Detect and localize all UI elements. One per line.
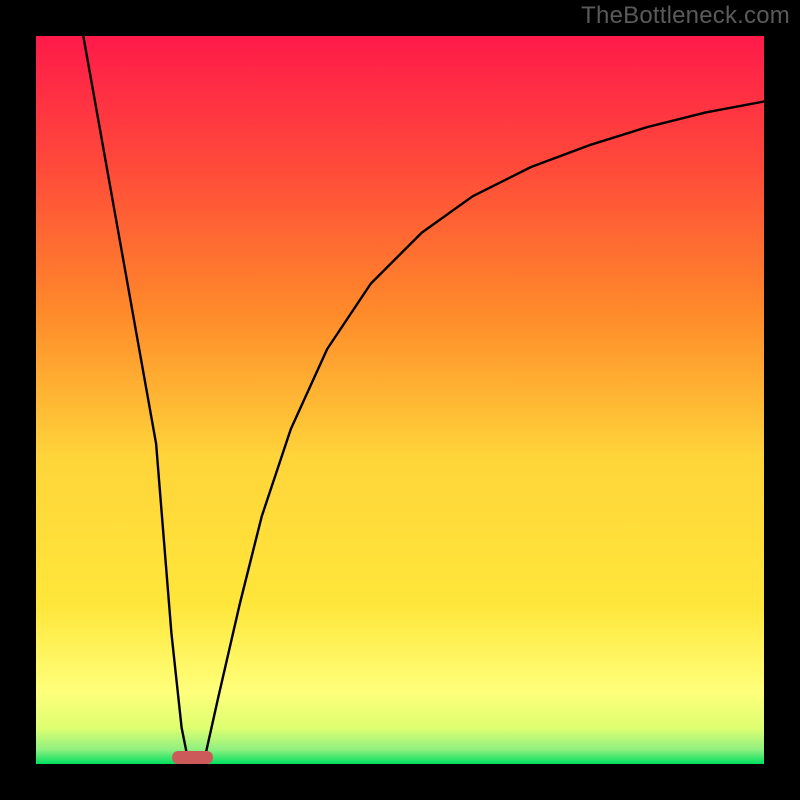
plot-area: [36, 36, 764, 764]
chart-svg: [0, 0, 800, 800]
chart-frame: TheBottleneck.com: [0, 0, 800, 800]
watermark-label: TheBottleneck.com: [581, 2, 790, 30]
valley-marker: [172, 751, 213, 764]
